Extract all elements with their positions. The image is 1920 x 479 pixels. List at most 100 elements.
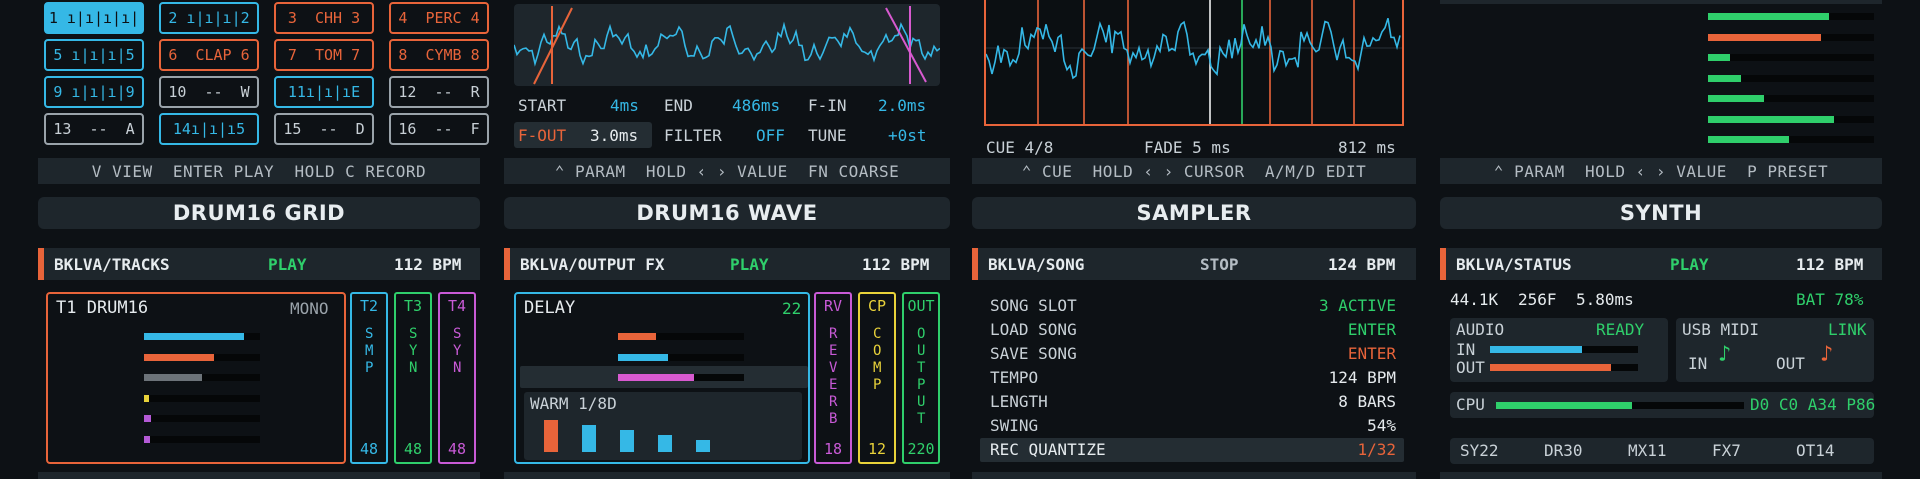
track-param-bar-fill-1 bbox=[144, 333, 244, 340]
drum-pad-9[interactable]: 9 ı|ı|ı|9 bbox=[44, 76, 144, 108]
song-setting-value-4[interactable]: 124 BPM bbox=[1329, 368, 1396, 387]
warm-meter[interactable]: WARM 1/8D bbox=[524, 392, 802, 460]
machine-sy22[interactable]: SY22 bbox=[1460, 441, 1499, 460]
track-strip-t3[interactable]: T3 SYN 48 bbox=[394, 292, 432, 464]
fx-strips: RV REVERB 18 CP COMP 12 OUT OUTPUT 220 bbox=[814, 292, 944, 464]
drum-wave-title[interactable]: DRUM16 WAVE bbox=[504, 197, 950, 229]
fx-strip-cp[interactable]: CP COMP 12 bbox=[858, 292, 896, 464]
drum-pad-7[interactable]: 7 TOM 7 bbox=[274, 39, 374, 71]
midi-in-note-icon: ♪ bbox=[1718, 342, 1732, 367]
tune-value[interactable]: +0st bbox=[888, 126, 927, 145]
track-param-bar-6[interactable] bbox=[144, 435, 260, 443]
fx-param-bar-3[interactable] bbox=[618, 374, 744, 381]
midi-out-label: OUT bbox=[1776, 354, 1805, 373]
drum-pad-6[interactable]: 6 CLAP 6 bbox=[159, 39, 259, 71]
drum-pad-11[interactable]: 11ı|ı|ıE bbox=[274, 76, 374, 108]
sampler-title[interactable]: SAMPLER bbox=[972, 197, 1416, 229]
fx-param-bar-1[interactable] bbox=[618, 333, 744, 340]
drum-pad-4[interactable]: 4 PERC 4 bbox=[389, 2, 489, 34]
synth-param-bar-fill-5 bbox=[1708, 95, 1764, 102]
synth-param-bar-2[interactable] bbox=[1708, 33, 1874, 41]
waveform-display[interactable] bbox=[514, 4, 940, 86]
synth-param-bar-4[interactable] bbox=[1708, 74, 1874, 82]
drum-pad-14[interactable]: 14ı|ı|ı5 bbox=[159, 113, 259, 145]
track-strip-value: 48 bbox=[447, 440, 467, 458]
drum-pad-15[interactable]: 15 -- D bbox=[274, 113, 374, 145]
drum-pad-16[interactable]: 16 -- F bbox=[389, 113, 489, 145]
song-setting-value-3[interactable]: ENTER bbox=[1348, 344, 1396, 363]
start-label: START bbox=[518, 96, 567, 115]
drum-pad-13[interactable]: 13 -- A bbox=[44, 113, 144, 145]
warm-bars bbox=[544, 414, 794, 456]
audio-out-label: OUT bbox=[1456, 358, 1485, 377]
output-fx-transport-state[interactable]: PLAY bbox=[730, 255, 769, 274]
filter-value[interactable]: OFF bbox=[756, 126, 785, 145]
track-param-bar-fill-2 bbox=[144, 353, 214, 361]
latency: 5.80ms bbox=[1576, 290, 1634, 309]
fade-indicator[interactable]: FADE 5 ms bbox=[1144, 138, 1231, 157]
synth-param-bar-7[interactable] bbox=[1708, 136, 1874, 143]
track-param-bar-4[interactable] bbox=[144, 394, 260, 402]
fx-strip-letters: REVERB bbox=[829, 326, 838, 427]
song-setting-value-2[interactable]: ENTER bbox=[1348, 320, 1396, 339]
start-value[interactable]: 4ms bbox=[610, 96, 639, 115]
machine-fx7[interactable]: FX7 bbox=[1712, 441, 1741, 460]
status-transport-state[interactable]: PLAY bbox=[1670, 255, 1709, 274]
end-value[interactable]: 486ms bbox=[732, 96, 780, 115]
synth-param-bar-6[interactable] bbox=[1708, 115, 1874, 123]
audio-box[interactable]: AUDIO READY IN OUT bbox=[1450, 318, 1668, 382]
song-setting-value-5[interactable]: 8 BARS bbox=[1338, 392, 1396, 411]
status-path: BKLVA/STATUS bbox=[1456, 254, 1572, 274]
track-strip-t2[interactable]: T2 SMP 48 bbox=[350, 292, 388, 464]
synth-param-bar-fill-2 bbox=[1708, 33, 1821, 41]
drum-pad-8[interactable]: 8 CYMB 8 bbox=[389, 39, 489, 71]
tracks-path: BKLVA/TRACKS bbox=[54, 254, 170, 274]
song-setting-value-1[interactable]: 3 ACTIVE bbox=[1319, 296, 1396, 315]
fx-name: DELAY bbox=[524, 298, 576, 318]
synth-param-bar-5[interactable] bbox=[1708, 95, 1874, 102]
fx-strip-rv[interactable]: RV REVERB 18 bbox=[814, 292, 852, 464]
drum-pad-10[interactable]: 10 -- W bbox=[159, 76, 259, 108]
cue-indicator[interactable]: CUE 4/8 bbox=[986, 138, 1053, 157]
drum-pad-5[interactable]: 5 ı|ı|ı|5 bbox=[44, 39, 144, 71]
fx-detail-card[interactable]: DELAY 22 WARM 1/8D bbox=[514, 292, 810, 464]
synth-title[interactable]: SYNTH bbox=[1440, 197, 1882, 229]
tracks-transport-state[interactable]: PLAY bbox=[268, 255, 307, 274]
synth-param-bar-1[interactable] bbox=[1708, 13, 1874, 20]
machine-dr30[interactable]: DR30 bbox=[1544, 441, 1583, 460]
song-bpm: 124 BPM bbox=[1328, 254, 1396, 274]
track-param-bar-2[interactable] bbox=[144, 353, 260, 361]
fade-out-value: 3.0ms bbox=[590, 126, 639, 145]
usb-midi-box[interactable]: USB MIDI LINK IN ♪ OUT ♪ bbox=[1676, 318, 1874, 382]
track-detail-card[interactable]: T1 DRUM16 MONO bbox=[46, 292, 346, 464]
fx-strip-id: RV bbox=[823, 297, 843, 315]
song-transport-state[interactable]: STOP bbox=[1200, 255, 1239, 274]
track-param-bar-1[interactable] bbox=[144, 333, 260, 340]
fade-in-value[interactable]: 2.0ms bbox=[878, 96, 926, 115]
drum-pad-12[interactable]: 12 -- R bbox=[389, 76, 489, 108]
track-strip-t4[interactable]: T4 SYN 48 bbox=[438, 292, 476, 464]
machine-mx11[interactable]: MX11 bbox=[1628, 441, 1667, 460]
drum-pad-1[interactable]: 1 ı|ı|ı|ı| bbox=[44, 2, 144, 34]
sample-display[interactable] bbox=[984, 0, 1404, 126]
song-setting-value-6[interactable]: 54% bbox=[1367, 416, 1396, 435]
synth-param-bar-3[interactable] bbox=[1708, 54, 1874, 61]
song-setting-value-7[interactable]: 1/32 bbox=[1357, 440, 1396, 459]
song-settings-list: SONG SLOT 3 ACTIVE LOAD SONG ENTER SAVE SONG… bbox=[980, 292, 1410, 464]
warm-bar-2 bbox=[582, 425, 596, 452]
machine-ot14[interactable]: OT14 bbox=[1796, 441, 1835, 460]
fx-strip-out[interactable]: OUT OUTPUT 220 bbox=[902, 292, 940, 464]
song-setting-label-7: REC QUANTIZE bbox=[990, 440, 1106, 459]
drum-grid-help: V VIEW ENTER PLAY HOLD C RECORD bbox=[38, 158, 480, 184]
fx-param-bar-2[interactable] bbox=[618, 353, 744, 361]
drum-grid-title[interactable]: DRUM16 GRID bbox=[38, 197, 480, 229]
track-strip-value: 48 bbox=[359, 440, 379, 458]
track-param-bar-3[interactable] bbox=[144, 374, 260, 381]
drum-pad-3[interactable]: 3 CHH 3 bbox=[274, 2, 374, 34]
track-name: T1 DRUM16 bbox=[56, 298, 149, 318]
warm-bar-4 bbox=[658, 435, 672, 452]
track-strip-letters: SYN bbox=[409, 326, 418, 376]
tune-label: TUNE bbox=[808, 126, 847, 145]
drum-pad-2[interactable]: 2 ı|ı|ı|2 bbox=[159, 2, 259, 34]
track-param-bar-5[interactable] bbox=[144, 415, 260, 422]
